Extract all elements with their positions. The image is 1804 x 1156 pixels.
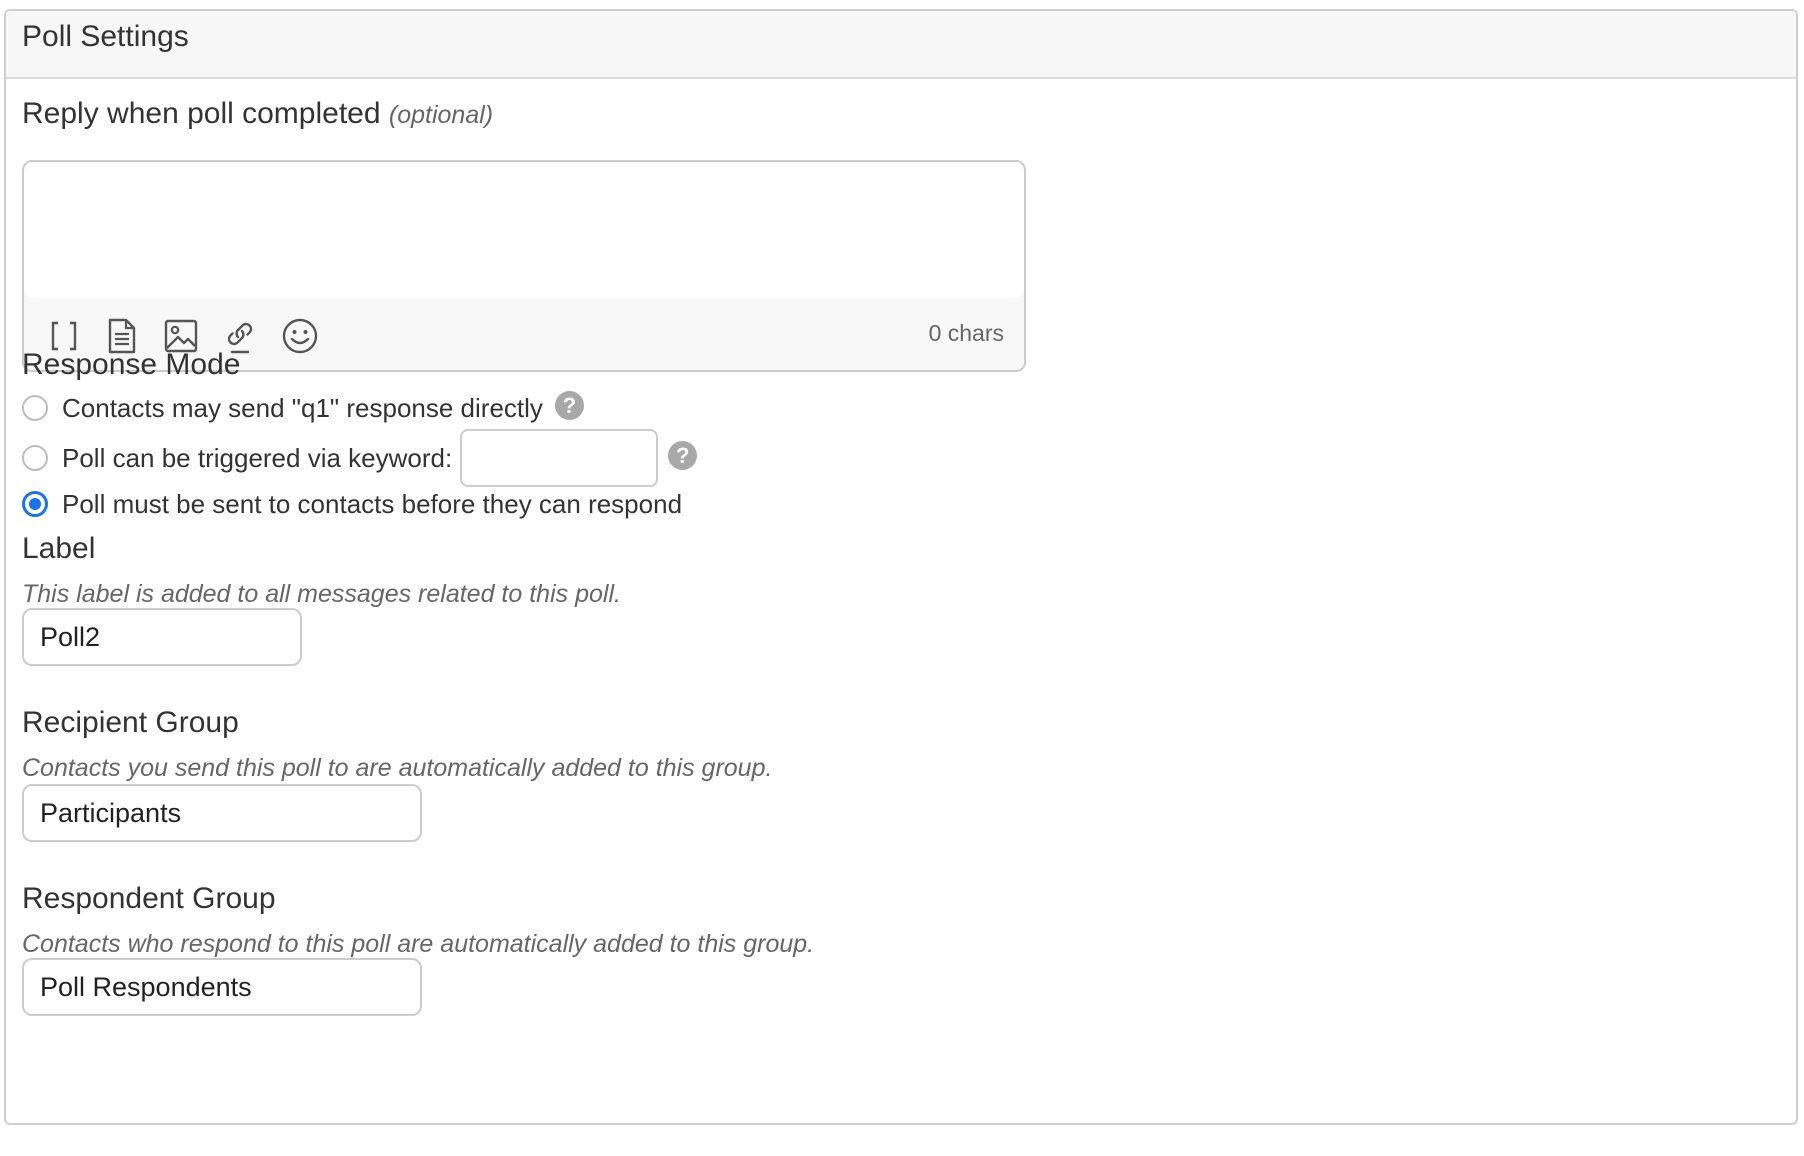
response-mode-title: Response Mode — [22, 348, 241, 381]
reply-section-title: Reply when poll completed (optional) — [22, 97, 493, 131]
keyword-input[interactable] — [460, 429, 659, 487]
radio-direct-response[interactable] — [22, 395, 48, 421]
reply-composer: 0 chars — [22, 160, 1026, 372]
reply-label: Reply when poll completed — [22, 97, 381, 130]
char-count: 0 chars — [928, 320, 1004, 346]
radio-sent-before-respond[interactable] — [22, 491, 48, 517]
emoji-icon[interactable] — [280, 316, 320, 356]
label-section-title: Label — [22, 532, 96, 565]
recipient-group-input[interactable] — [22, 784, 422, 842]
response-mode-option-keyword: Poll can be triggered via keyword: ? — [22, 429, 698, 487]
recipient-group-title: Recipient Group — [22, 706, 239, 739]
recipient-group-hint: Contacts you send this poll to are autom… — [22, 754, 773, 782]
response-mode-option-direct: Contacts may send "q1" response directly… — [22, 388, 584, 428]
respondent-group-hint: Contacts who respond to this poll are au… — [22, 930, 815, 958]
label-hint: This label is added to all messages rela… — [22, 580, 621, 608]
panel-title: Poll Settings — [6, 11, 1796, 79]
reply-textarea[interactable] — [24, 162, 1024, 298]
help-icon[interactable]: ? — [554, 390, 584, 420]
poll-settings-panel: Poll Settings Reply when poll completed … — [4, 9, 1798, 1125]
respondent-group-input[interactable] — [22, 958, 422, 1016]
radio-label-sent-first: Poll must be sent to contacts before the… — [62, 488, 683, 519]
respondent-group-title: Respondent Group — [22, 882, 276, 915]
radio-keyword-trigger[interactable] — [22, 445, 48, 471]
response-mode-option-sent-first: Poll must be sent to contacts before the… — [22, 484, 682, 524]
help-icon[interactable]: ? — [668, 440, 698, 470]
radio-label-direct: Contacts may send "q1" response directly — [62, 392, 543, 423]
optional-tag: (optional) — [388, 101, 494, 129]
radio-label-keyword: Poll can be triggered via keyword: — [62, 442, 453, 473]
label-input[interactable] — [22, 608, 302, 666]
